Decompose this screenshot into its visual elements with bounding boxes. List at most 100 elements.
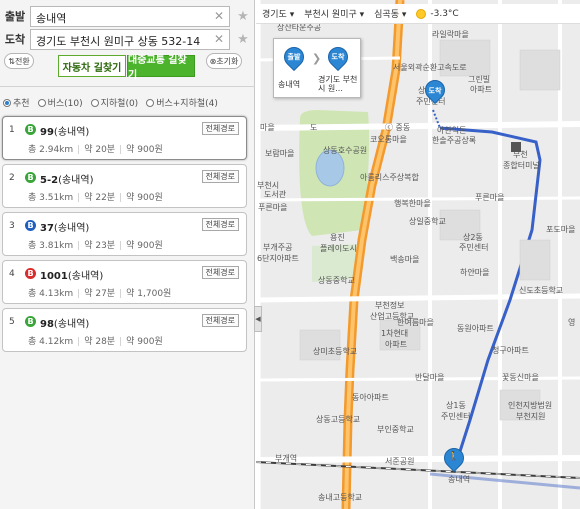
- bus-route-name: 5-2(송내역): [40, 171, 93, 186]
- map-label-sangdong-es: 상동고등학교: [316, 414, 360, 424]
- map-label-bu-apt: 부개주공: [263, 242, 292, 252]
- route-result-card[interactable]: 3 B 37(송내역) 전체경로 총 3.81km | 약 23분 | 약 900원: [2, 212, 247, 256]
- route-fare: 약 1,700원: [126, 289, 172, 299]
- route-result-card[interactable]: 2 B 5-2(송내역) 전체경로 총 3.51km | 약 22분 | 약 900원: [2, 164, 247, 208]
- transit-route-button[interactable]: 대중교통 길찾기: [127, 55, 195, 81]
- map-label-raion: 라일락마을: [432, 29, 469, 39]
- mini-start-name: 송내역: [278, 80, 301, 89]
- filter-label: 지하철(0): [100, 99, 139, 109]
- end-input[interactable]: 경기도 부천시 원미구 상동 532-14 ✕: [30, 28, 230, 50]
- route-time: 약 22분: [84, 193, 116, 203]
- bus-route-name: 37(송내역): [40, 219, 89, 234]
- map-label-sangdong-hs: 상동중학교: [318, 275, 355, 285]
- map-label-court: 인천지방법원: [508, 400, 552, 410]
- bus-icon: B: [25, 124, 36, 135]
- map-label-apt1: 아파트: [470, 84, 492, 94]
- car-route-button[interactable]: 자동차 길찾기: [58, 55, 126, 77]
- swap-button[interactable]: ⇅전환: [4, 53, 34, 69]
- reset-button[interactable]: ⊗초기화: [206, 53, 242, 69]
- map-label-baekseong: 백송마을: [390, 254, 419, 264]
- start-clear-icon[interactable]: ✕: [214, 9, 224, 23]
- map-label-haengbok: 행복한마을: [394, 198, 431, 208]
- map-label-hanseo: 한솔주공상록: [432, 135, 476, 145]
- bus-stop: (송내역): [67, 271, 104, 282]
- whole-route-button[interactable]: 전체경로: [201, 266, 239, 279]
- map-label-gupo: 그린빌: [468, 74, 490, 84]
- end-input-value: 경기도 부천시 원미구 상동 532-14: [36, 34, 201, 48]
- bus-icon: B: [25, 268, 36, 279]
- map-label-sangdong-2: 상2동: [463, 232, 483, 242]
- radio-icon: [37, 98, 46, 107]
- map-label-pollin: 보람마을: [265, 149, 294, 158]
- bus-stop: (송내역): [58, 175, 94, 186]
- map-label-sangdong-park: 상동호수공원: [323, 145, 367, 155]
- result-number: 2: [9, 173, 15, 183]
- route-fare: 약 900원: [126, 193, 163, 203]
- whole-route-button[interactable]: 전체경로: [201, 314, 239, 327]
- map-label-ihanil: 아한익돈: [437, 125, 466, 135]
- map-label-bu-apt2: 6단지아파트: [257, 253, 299, 263]
- map-label-eng: 도: [310, 123, 317, 132]
- route-mini-panel[interactable]: 출발 ❯ 도착 송내역 경기도 부천시 원...: [273, 38, 361, 98]
- filter-bus-subway[interactable]: 버스+지하철(4): [146, 96, 218, 109]
- route-result-card[interactable]: 5 B 98(송내역) 전체경로 총 4.12km | 약 28분 | 약 900원: [2, 308, 247, 352]
- transit-filters: 추천 버스(10) 지하철(0) 버스+지하철(4): [3, 96, 253, 109]
- collapse-panel-handle[interactable]: ◀: [254, 306, 262, 332]
- dong-dropdown[interactable]: 심곡동 ▾: [374, 7, 406, 20]
- bus-route-name: 1001(송내역): [40, 267, 103, 282]
- route-distance: 총 3.81km: [28, 241, 74, 251]
- map-label-bandal: 반달마을: [415, 373, 444, 382]
- route-fare: 약 900원: [126, 145, 163, 155]
- result-number: 3: [9, 221, 15, 231]
- route-distance: 총 4.12km: [28, 337, 74, 347]
- end-row: 도착 경기도 부천시 원미구 상동 532-14 ✕ ★: [0, 26, 255, 52]
- route-distance: 총 3.51km: [28, 193, 74, 203]
- filter-label: 버스(10): [47, 99, 83, 109]
- map-label-apt3: 아파트: [385, 339, 407, 349]
- end-clear-icon[interactable]: ✕: [214, 32, 224, 46]
- whole-route-button[interactable]: 전체경로: [201, 122, 239, 135]
- radio-icon: [90, 98, 99, 107]
- map-location-bar: 경기도 ▾ 부천시 원미구 ▾ 심곡동 ▾ -3.3°C: [256, 4, 580, 24]
- radio-icon: [3, 98, 11, 107]
- whole-route-button[interactable]: 전체경로: [201, 218, 239, 231]
- filter-bus[interactable]: 버스(10): [37, 96, 83, 109]
- map-label-bucheon-lib: 부천시: [257, 180, 279, 190]
- map-label-songnae-hs: 송내고등학교: [318, 492, 362, 502]
- filter-recommend[interactable]: 추천: [3, 96, 30, 109]
- end-label: 도착: [4, 33, 26, 46]
- start-input[interactable]: 송내역 ✕: [30, 5, 230, 27]
- region-dropdown[interactable]: 경기도 ▾: [262, 7, 294, 20]
- result-number: 1: [9, 125, 15, 135]
- route-result-card[interactable]: 4 B 1001(송내역) 전체경로 총 4.13km | 약 27분 | 약 1,700원: [2, 260, 247, 304]
- radio-icon: [146, 98, 155, 107]
- weather: -3.3°C: [416, 8, 459, 19]
- city-dropdown[interactable]: 부천시 원미구 ▾: [304, 7, 364, 20]
- start-map-marker[interactable]: 🚶: [439, 443, 469, 476]
- route-fare: 약 900원: [126, 241, 163, 251]
- mini-start-pin-label: 출발: [287, 53, 301, 61]
- route-stats: 총 4.12km | 약 28분 | 약 900원: [28, 337, 163, 347]
- map-label-ichadong: 1차현대: [381, 329, 408, 338]
- bus-icon: B: [25, 172, 36, 183]
- result-number: 5: [9, 317, 15, 327]
- map-label-sangmi: 상미초등학교: [313, 346, 357, 356]
- filter-subway[interactable]: 지하철(0): [90, 96, 139, 109]
- map-label-bugae: 부개역: [275, 453, 297, 463]
- end-map-marker[interactable]: 도착: [420, 75, 450, 106]
- start-favorite-star-icon[interactable]: ★: [233, 9, 253, 24]
- route-stats: 총 3.81km | 약 23분 | 약 900원: [28, 241, 163, 251]
- map-label-podo: 포도마을: [546, 225, 575, 234]
- whole-route-button[interactable]: 전체경로: [201, 170, 239, 183]
- mini-end-name: 경기도 부천시 원...: [318, 75, 358, 93]
- divider: [0, 86, 255, 87]
- filter-label: 버스+지하철(4): [156, 99, 218, 109]
- bus-number: 5-2: [40, 175, 59, 186]
- route-result-card[interactable]: 1 B 99(송내역) 전체경로 총 2.94km | 약 20분 | 약 900원: [2, 116, 247, 160]
- bus-number: 99: [40, 127, 54, 138]
- end-favorite-star-icon[interactable]: ★: [233, 32, 253, 47]
- route-time: 약 28분: [84, 337, 116, 347]
- bus-icon: B: [25, 316, 36, 327]
- route-time: 약 27분: [84, 289, 116, 299]
- map-label-dongapt: 동아아파트: [352, 392, 389, 402]
